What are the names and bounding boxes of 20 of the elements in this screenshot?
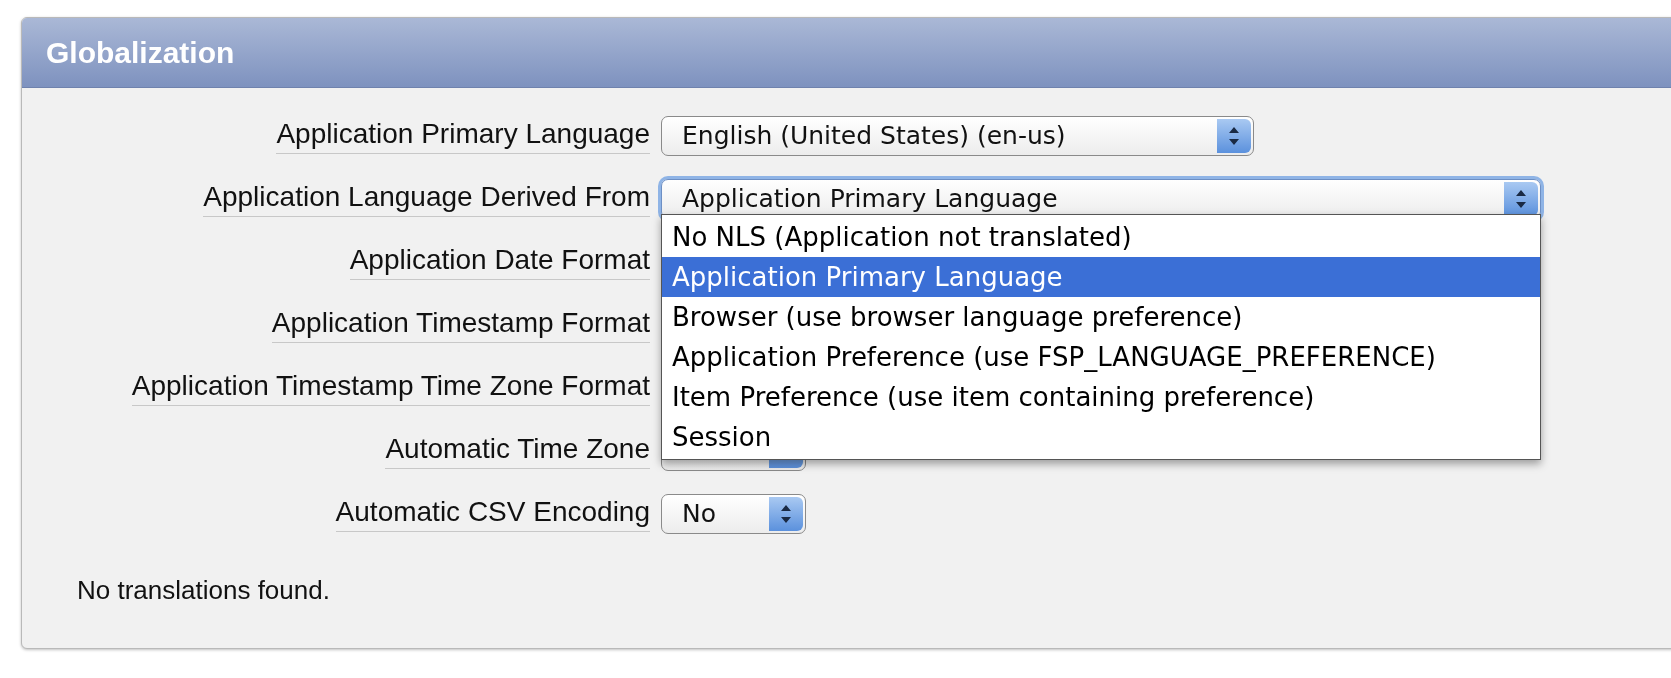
field-label: Application Language Derived From [203,180,650,217]
field-label: Application Date Format [349,243,650,280]
field-label: Automatic CSV Encoding [335,495,650,532]
field-label: Automatic Time Zone [385,432,650,469]
field-label: Application Timestamp Time Zone Format [131,369,650,406]
menu-option[interactable]: Application Primary Language [662,257,1540,297]
menu-option[interactable]: No NLS (Application not translated) [662,217,1540,257]
status-message: No translations found. [77,575,330,606]
stepper-icon [1217,118,1251,153]
field-label: Application Primary Language [276,117,650,154]
stepper-icon [769,496,803,531]
menu-option[interactable]: Item Preference (use item containing preference) [662,377,1540,417]
field-label: Application Timestamp Format [271,306,650,343]
select-dropdown[interactable]: No [661,493,806,534]
menu-option[interactable]: Session [662,417,1540,457]
select-dropdown[interactable]: English (United States) (en-us) [661,115,1254,156]
panel-title: Globalization [46,35,235,70]
menu-option[interactable]: Application Preference (use FSP_LANGUAGE_PREFERENCE) [662,337,1540,377]
stepper-icon [1504,181,1538,216]
menu-option[interactable]: Browser (use browser language preference) [662,297,1540,337]
